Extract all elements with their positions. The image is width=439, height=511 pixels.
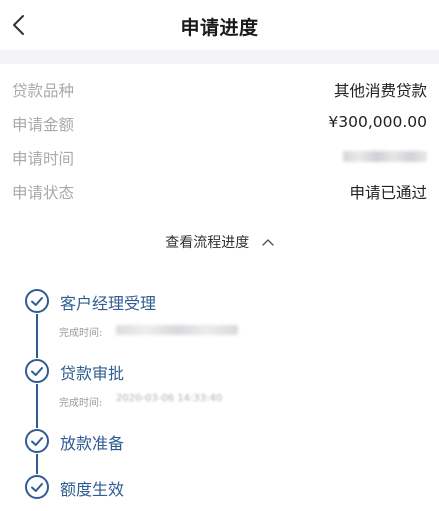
info-value: 申请已通过: [349, 184, 427, 202]
step-title: 额度生效: [60, 480, 125, 499]
check-circle-icon: [24, 288, 50, 314]
info-row-apply-time: 申请时间: [0, 140, 439, 174]
page-title: 申请进度: [180, 17, 259, 39]
header-bar: 申请进度: [0, 0, 439, 50]
info-row-amount: 申请金额 ¥300,000.00: [0, 106, 439, 140]
application-info: 贷款品种 其他消费贷款 申请金额 ¥300,000.00 申请时间 申请状态 申…: [0, 72, 439, 208]
progress-toggle-label: 查看流程进度: [165, 235, 250, 251]
info-label: 贷款品种: [12, 82, 75, 100]
step-title: 客户经理受理: [60, 294, 157, 313]
info-label: 申请状态: [12, 184, 75, 202]
step-time-value: 2020-03-06 14:33:40: [116, 393, 223, 404]
info-value: ¥300,000.00: [328, 113, 427, 131]
loan-progress-page: 申请进度 贷款品种 其他消费贷款 申请金额 ¥300,000.00 申请时间 申…: [0, 0, 439, 511]
check-circle-icon: [24, 474, 50, 500]
info-label: 申请金额: [12, 116, 75, 134]
chevron-up-icon: [262, 234, 274, 250]
progress-toggle[interactable]: 查看流程进度: [0, 232, 439, 252]
redacted-value: [343, 151, 427, 162]
timeline-connector: [36, 300, 38, 492]
info-row-loan-type: 贷款品种 其他消费贷款: [0, 72, 439, 106]
info-value: 其他消费贷款: [333, 82, 427, 100]
progress-timeline: 客户经理受理 完成时间: 贷款审批 完成时间: 2020-03-06 14:33…: [0, 282, 439, 511]
step-time-label: 完成时间:: [59, 398, 103, 409]
redacted-time: [116, 325, 238, 335]
info-row-status: 申请状态 申请已通过: [0, 174, 439, 208]
check-circle-icon: [24, 358, 50, 384]
info-label: 申请时间: [12, 150, 75, 168]
step-title: 放款准备: [60, 434, 125, 453]
section-divider: [0, 50, 439, 64]
step-time-label: 完成时间:: [59, 328, 103, 339]
check-circle-icon: [24, 428, 50, 454]
step-title: 贷款审批: [60, 364, 125, 383]
